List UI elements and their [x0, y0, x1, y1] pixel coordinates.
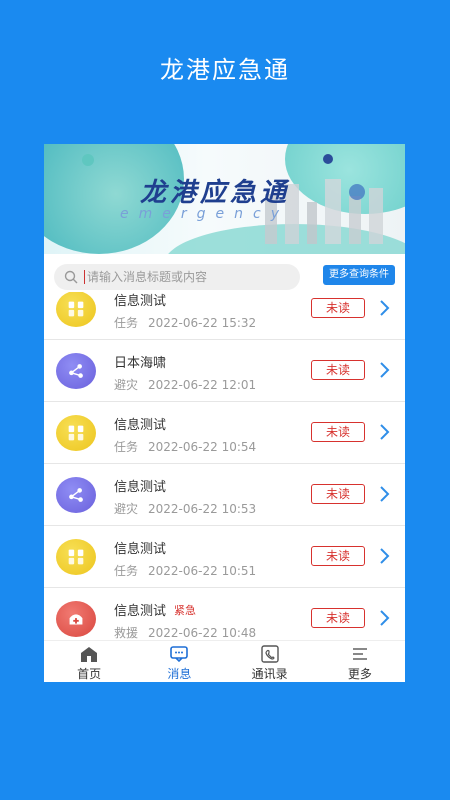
home-icon: [81, 647, 98, 662]
message-icon: [170, 646, 189, 663]
tab-home[interactable]: 首页: [44, 641, 134, 682]
unread-badge: 未读: [311, 546, 365, 566]
message-meta: 救援 2022-06-22 10:48: [114, 624, 256, 640]
message-time: 2022-06-22 10:54: [148, 440, 257, 454]
message-time: 2022-06-22 10:51: [148, 564, 257, 578]
message-time: 2022-06-22 10:53: [148, 502, 257, 516]
unread-badge: 未读: [311, 298, 365, 318]
more-filters-button[interactable]: 更多查询条件: [323, 265, 395, 285]
message-time: 2022-06-22 10:48: [148, 626, 257, 640]
tab-contacts[interactable]: 通讯录: [225, 641, 315, 682]
search-box[interactable]: [54, 264, 300, 290]
banner-subtitle: emergency: [120, 206, 289, 222]
message-meta: 任务 2022-06-22 10:54: [114, 438, 256, 455]
message-meta: 避灾 2022-06-22 10:53: [114, 500, 256, 517]
phone-screen: 龙港应急通 emergency 更多查询条件 信息测试任务2022-06-22 …: [44, 144, 405, 682]
banner: 龙港应急通 emergency: [44, 144, 405, 254]
task-icon: [56, 292, 96, 327]
message-item[interactable]: 信息测试任务 2022-06-22 10:51 未读: [44, 526, 405, 588]
unread-badge: 未读: [311, 484, 365, 504]
task-icon: [56, 539, 96, 575]
unread-badge: 未读: [311, 608, 365, 628]
message-category: 任务: [114, 564, 139, 578]
chevron-right-icon[interactable]: [379, 300, 391, 316]
message-category: 避灾: [114, 502, 139, 516]
message-item[interactable]: 信息测试任务 2022-06-22 10:54 未读: [44, 402, 405, 464]
banner-logo: 龙港应急通: [140, 178, 291, 208]
rescue-icon: [56, 601, 96, 637]
message-list: 信息测试 任务 2022-06-22 15:32 未读 日本海啸 避灾 2022-06-22…: [44, 292, 405, 640]
message-item[interactable]: 信息测试避灾 2022-06-22 10:53 未读: [44, 464, 405, 526]
message-meta: 任务 2022-06-22 10:51: [114, 562, 256, 579]
message-category: 任务: [114, 316, 139, 330]
tab-messages[interactable]: 消息: [134, 641, 224, 682]
search-row: 更多查询条件: [44, 254, 405, 292]
task-icon: [56, 415, 96, 451]
chevron-right-icon[interactable]: [379, 362, 391, 378]
message-title: 信息测试: [114, 294, 167, 309]
search-icon: [64, 270, 78, 284]
message-title: 日本海啸: [114, 356, 167, 371]
message-title: 信息测试: [114, 418, 167, 433]
search-input[interactable]: [84, 270, 284, 284]
chevron-right-icon[interactable]: [379, 610, 391, 626]
message-title: 信息测试: [114, 480, 167, 495]
tab-bar: 首页 消息 通讯录 更多: [44, 640, 405, 682]
contacts-icon: [260, 645, 279, 663]
unread-badge: 未读: [311, 360, 365, 380]
message-title: 信息测试: [114, 542, 167, 557]
unread-badge: 未读: [311, 422, 365, 442]
message-item[interactable]: 信息测试 紧急救援 2022-06-22 10:48 未读: [44, 588, 405, 640]
chevron-right-icon[interactable]: [379, 486, 391, 502]
message-meta: 避灾 2022-06-22 12:01: [114, 376, 256, 393]
message-item[interactable]: 信息测试任务 2022-06-22 15:32 未读: [44, 292, 405, 340]
urgent-tag: 紧急: [174, 603, 197, 617]
message-meta: 任务 2022-06-22 15:32: [114, 314, 256, 331]
avoid-disaster-icon: [56, 353, 96, 389]
message-category: 避灾: [114, 378, 139, 392]
message-time: 2022-06-22 12:01: [148, 378, 257, 392]
message-title: 信息测试: [114, 604, 167, 619]
message-item[interactable]: 日本海啸避灾 2022-06-22 12:01 未读: [44, 340, 405, 402]
app-title: 龙港应急通: [160, 56, 290, 84]
message-category: 任务: [114, 440, 139, 454]
avoid-disaster-icon: [56, 477, 96, 513]
chevron-right-icon[interactable]: [379, 548, 391, 564]
message-category: 救援: [114, 626, 139, 640]
tab-more[interactable]: 更多: [315, 641, 405, 682]
chevron-right-icon[interactable]: [379, 424, 391, 440]
menu-icon: [352, 648, 367, 660]
message-time: 2022-06-22 15:32: [148, 316, 257, 330]
